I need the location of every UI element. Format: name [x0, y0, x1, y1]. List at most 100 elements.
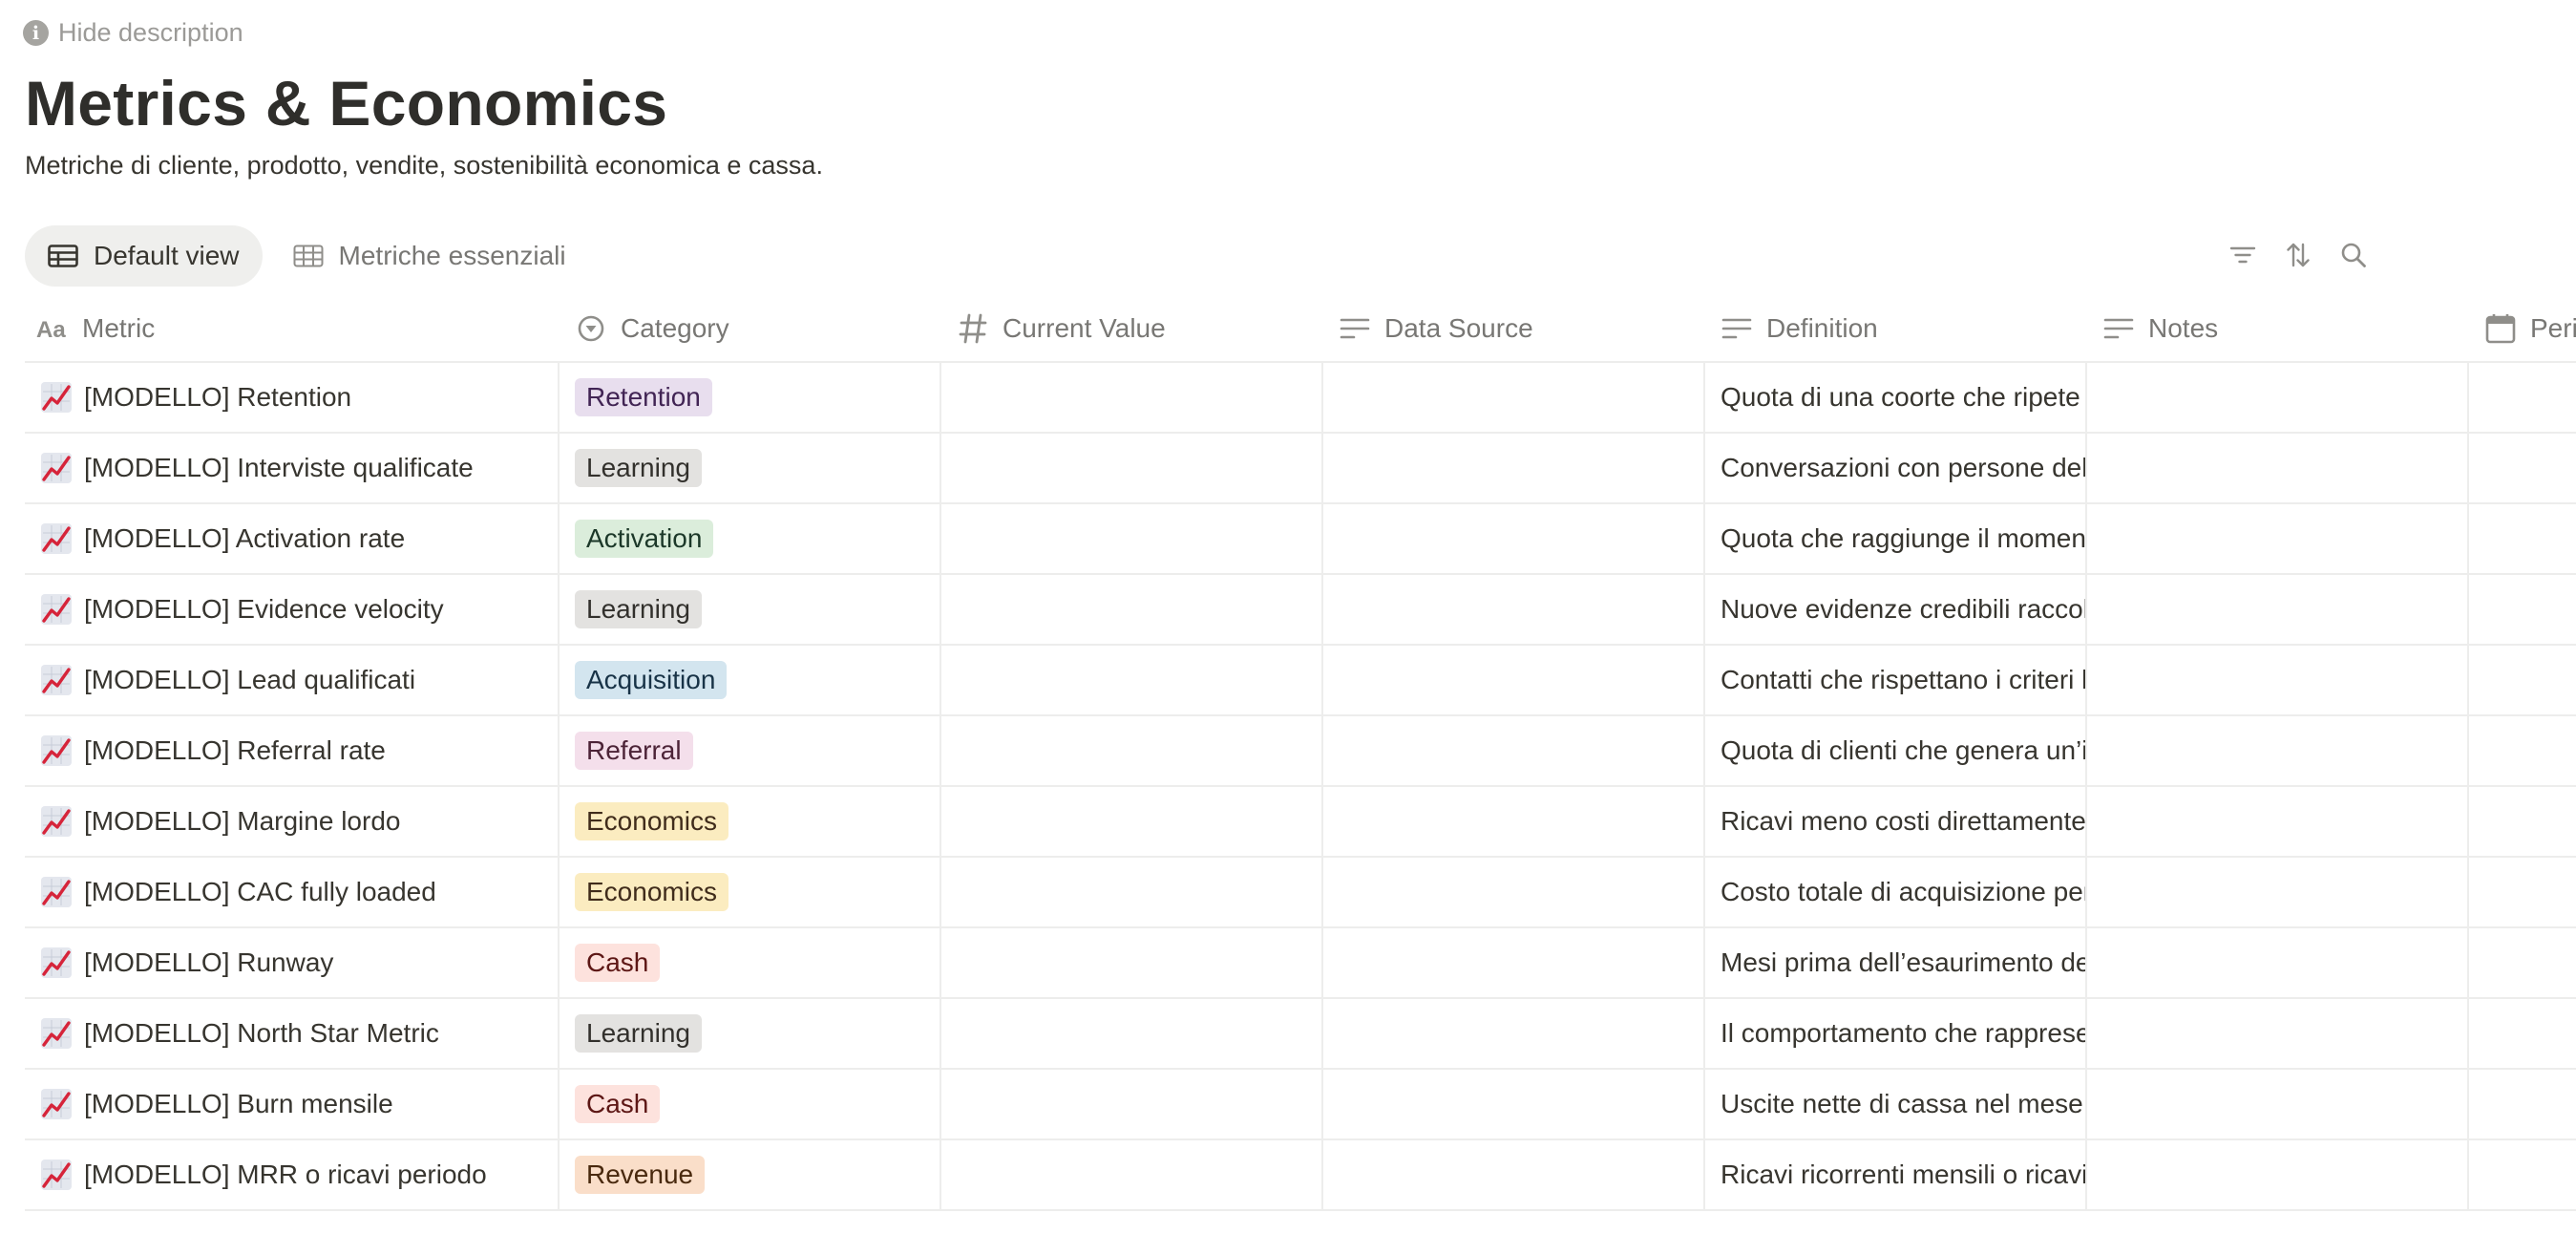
column-header-metric[interactable]: Aa Metric: [25, 296, 560, 361]
category-cell[interactable]: Economics: [560, 858, 941, 926]
category-cell[interactable]: Acquisition: [560, 646, 941, 714]
metric-cell[interactable]: [MODELLO] North Star Metric: [25, 999, 560, 1068]
notes-cell[interactable]: [2087, 504, 2469, 573]
period-cell[interactable]: [2469, 575, 2576, 644]
metric-cell[interactable]: [MODELLO] Lead qualificati: [25, 646, 560, 714]
notes-cell[interactable]: [2087, 646, 2469, 714]
table-row[interactable]: [MODELLO] Activation rate Activation Quota…: [25, 504, 2576, 575]
metric-cell[interactable]: [MODELLO] Margine lordo: [25, 787, 560, 856]
current-value-cell[interactable]: [941, 787, 1323, 856]
metric-cell[interactable]: [MODELLO] CAC fully loaded: [25, 858, 560, 926]
sort-button[interactable]: [2282, 239, 2314, 271]
column-header-category[interactable]: Category: [560, 296, 941, 361]
period-cell[interactable]: [2469, 928, 2576, 997]
table-row[interactable]: [MODELLO] MRR o ricavi periodo Revenue Ric…: [25, 1140, 2576, 1211]
period-cell[interactable]: [2469, 787, 2576, 856]
tab-default-view[interactable]: Default view: [25, 225, 263, 287]
search-button[interactable]: [2337, 239, 2370, 271]
current-value-cell[interactable]: [941, 716, 1323, 785]
category-cell[interactable]: Learning: [560, 434, 941, 502]
category-cell[interactable]: Revenue: [560, 1140, 941, 1209]
data-source-cell[interactable]: [1323, 1070, 1705, 1138]
current-value-cell[interactable]: [941, 646, 1323, 714]
category-cell[interactable]: Activation: [560, 504, 941, 573]
period-cell[interactable]: [2469, 999, 2576, 1068]
table-row[interactable]: [MODELLO] Referral rate Referral Quota di …: [25, 716, 2576, 787]
notes-cell[interactable]: [2087, 999, 2469, 1068]
data-source-cell[interactable]: [1323, 646, 1705, 714]
column-header-definition[interactable]: Definition: [1705, 296, 2087, 361]
current-value-cell[interactable]: [941, 928, 1323, 997]
metric-cell[interactable]: [MODELLO] Runway: [25, 928, 560, 997]
notes-cell[interactable]: [2087, 787, 2469, 856]
period-cell[interactable]: [2469, 858, 2576, 926]
data-source-cell[interactable]: [1323, 999, 1705, 1068]
period-cell[interactable]: [2469, 1070, 2576, 1138]
data-source-cell[interactable]: [1323, 716, 1705, 785]
definition-cell[interactable]: Quota che raggiunge il moment: [1705, 504, 2087, 573]
data-source-cell[interactable]: [1323, 575, 1705, 644]
definition-cell[interactable]: Conversazioni con persone del: [1705, 434, 2087, 502]
definition-cell[interactable]: Mesi prima dell’esaurimento de: [1705, 928, 2087, 997]
category-cell[interactable]: Cash: [560, 1070, 941, 1138]
definition-cell[interactable]: Ricavi meno costi direttamente: [1705, 787, 2087, 856]
period-cell[interactable]: [2469, 716, 2576, 785]
data-source-cell[interactable]: [1323, 858, 1705, 926]
metric-cell[interactable]: [MODELLO] Interviste qualificate: [25, 434, 560, 502]
metric-cell[interactable]: [MODELLO] Evidence velocity: [25, 575, 560, 644]
table-row[interactable]: [MODELLO] CAC fully loaded Economics Costo…: [25, 858, 2576, 928]
category-cell[interactable]: Retention: [560, 363, 941, 432]
category-cell[interactable]: Cash: [560, 928, 941, 997]
current-value-cell[interactable]: [941, 999, 1323, 1068]
data-source-cell[interactable]: [1323, 504, 1705, 573]
current-value-cell[interactable]: [941, 1070, 1323, 1138]
definition-cell[interactable]: Nuove evidenze credibili raccol: [1705, 575, 2087, 644]
current-value-cell[interactable]: [941, 504, 1323, 573]
period-cell[interactable]: [2469, 504, 2576, 573]
table-row[interactable]: [MODELLO] Runway Cash Mesi prima dell’esau…: [25, 928, 2576, 999]
category-cell[interactable]: Learning: [560, 999, 941, 1068]
filter-button[interactable]: [2227, 239, 2259, 271]
period-cell[interactable]: [2469, 646, 2576, 714]
current-value-cell[interactable]: [941, 434, 1323, 502]
table-row[interactable]: [MODELLO] Lead qualificati Acquisition Con…: [25, 646, 2576, 716]
data-source-cell[interactable]: [1323, 787, 1705, 856]
notes-cell[interactable]: [2087, 363, 2469, 432]
definition-cell[interactable]: Costo totale di acquisizione per: [1705, 858, 2087, 926]
current-value-cell[interactable]: [941, 858, 1323, 926]
definition-cell[interactable]: Ricavi ricorrenti mensili o ricavi: [1705, 1140, 2087, 1209]
column-header-current-value[interactable]: Current Value: [941, 296, 1323, 361]
category-cell[interactable]: Economics: [560, 787, 941, 856]
column-header-notes[interactable]: Notes: [2087, 296, 2469, 361]
metric-cell[interactable]: [MODELLO] Burn mensile: [25, 1070, 560, 1138]
definition-cell[interactable]: Uscite nette di cassa nel mese: [1705, 1070, 2087, 1138]
column-header-period[interactable]: Peri: [2469, 296, 2576, 361]
table-row[interactable]: [MODELLO] Evidence velocity Learning Nuove…: [25, 575, 2576, 646]
notes-cell[interactable]: [2087, 858, 2469, 926]
notes-cell[interactable]: [2087, 716, 2469, 785]
definition-cell[interactable]: Contatti che rispettano i criteri l: [1705, 646, 2087, 714]
definition-cell[interactable]: Quota di una coorte che ripete: [1705, 363, 2087, 432]
metric-cell[interactable]: [MODELLO] Activation rate: [25, 504, 560, 573]
metric-cell[interactable]: [MODELLO] Referral rate: [25, 716, 560, 785]
current-value-cell[interactable]: [941, 1140, 1323, 1209]
metric-cell[interactable]: [MODELLO] MRR o ricavi periodo: [25, 1140, 560, 1209]
category-cell[interactable]: Referral: [560, 716, 941, 785]
column-header-data-source[interactable]: Data Source: [1323, 296, 1705, 361]
table-row[interactable]: [MODELLO] Interviste qualificate Learning…: [25, 434, 2576, 504]
notes-cell[interactable]: [2087, 575, 2469, 644]
period-cell[interactable]: [2469, 363, 2576, 432]
period-cell[interactable]: [2469, 434, 2576, 502]
current-value-cell[interactable]: [941, 363, 1323, 432]
category-cell[interactable]: Learning: [560, 575, 941, 644]
notes-cell[interactable]: [2087, 1070, 2469, 1138]
tab-metriche-essenziali[interactable]: Metriche essenziali: [270, 225, 589, 287]
notes-cell[interactable]: [2087, 1140, 2469, 1209]
data-source-cell[interactable]: [1323, 363, 1705, 432]
period-cell[interactable]: [2469, 1140, 2576, 1209]
table-row[interactable]: [MODELLO] Retention Retention Quota di una…: [25, 363, 2576, 434]
data-source-cell[interactable]: [1323, 928, 1705, 997]
definition-cell[interactable]: Quota di clienti che genera un’i: [1705, 716, 2087, 785]
notes-cell[interactable]: [2087, 434, 2469, 502]
current-value-cell[interactable]: [941, 575, 1323, 644]
